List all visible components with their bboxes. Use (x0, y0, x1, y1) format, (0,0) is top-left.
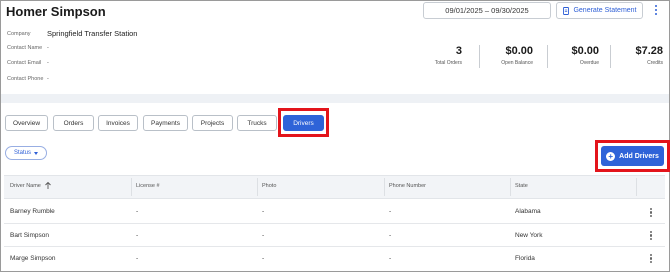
phone-cell: - (389, 232, 392, 239)
tab-invoices[interactable]: Invoices (98, 115, 138, 131)
row-divider (4, 223, 665, 224)
state-cell: Alabama (515, 208, 541, 215)
status-filter-label: Status (13, 150, 31, 156)
stat-divider (479, 45, 480, 68)
column-divider (257, 178, 258, 196)
company-value: Springfield Transfer Station (47, 29, 138, 38)
state-cell: Florida (515, 255, 535, 262)
tab-trucks[interactable]: Trucks (237, 115, 277, 131)
stat-overdue: $0.00 Overdue (571, 45, 599, 66)
company-label: Company (7, 31, 31, 37)
drivers-tab-highlight (278, 108, 329, 137)
generate-statement-button[interactable]: Generate Statement (556, 2, 643, 19)
section-band (1, 94, 669, 103)
column-divider (510, 178, 511, 196)
contact-name-label: Contact Name (7, 45, 43, 51)
stat-open-balance: $0.00 Open Balance (501, 45, 533, 66)
state-cell: New York (515, 232, 543, 239)
table-header (4, 175, 665, 199)
generate-statement-label: Generate Statement (573, 7, 637, 14)
license-cell: - (136, 232, 139, 239)
column-header-driver-name[interactable]: Driver Name (10, 183, 41, 189)
column-divider (131, 178, 132, 196)
column-header-license[interactable]: License # (136, 183, 160, 189)
stat-value: $0.00 (505, 45, 533, 57)
driver-name-cell: Barney Rumble (10, 208, 55, 215)
kebab-menu-icon[interactable] (651, 3, 661, 17)
sort-arrow-up-icon[interactable] (44, 181, 52, 190)
row-kebab-menu-icon[interactable] (648, 253, 654, 264)
stat-value: $7.28 (635, 45, 663, 57)
tab-overview[interactable]: Overview (5, 115, 48, 131)
column-header-photo[interactable]: Photo (262, 183, 276, 189)
tab-payments[interactable]: Payments (143, 115, 188, 131)
photo-cell: - (262, 232, 265, 239)
tab-orders[interactable]: Orders (53, 115, 94, 131)
stat-value: 3 (455, 45, 462, 57)
row-divider (4, 246, 665, 247)
stat-label: Total Orders (434, 60, 462, 66)
stat-label: Overdue (579, 60, 599, 66)
phone-cell: - (389, 255, 392, 262)
license-cell: - (136, 208, 139, 215)
photo-cell: - (262, 255, 265, 262)
contact-email-label: Contact Email (7, 60, 42, 66)
window-frame (0, 0, 670, 272)
column-divider (636, 178, 637, 196)
date-range-picker[interactable]: 09/01/2025 – 09/30/2025 (423, 2, 551, 19)
document-icon (563, 6, 570, 15)
license-cell: - (136, 255, 139, 262)
stat-label: Credits (647, 60, 663, 66)
contact-email-value: - (47, 60, 49, 66)
contact-phone-label: Contact Phone (7, 76, 44, 82)
column-header-state[interactable]: State (515, 183, 528, 189)
phone-cell: - (389, 208, 392, 215)
chevron-down-icon (34, 151, 38, 155)
contact-name-value: - (47, 45, 49, 51)
column-header-phone[interactable]: Phone Number (389, 183, 426, 189)
row-kebab-menu-icon[interactable] (648, 207, 654, 218)
tab-projects[interactable]: Projects (192, 115, 233, 131)
stat-value: $0.00 (571, 45, 599, 57)
stat-divider (547, 45, 548, 68)
status-filter-dropdown[interactable]: Status (5, 146, 47, 160)
row-kebab-menu-icon[interactable] (648, 230, 654, 241)
stat-total-orders: 3 Total Orders (435, 45, 462, 66)
driver-name-cell: Marge Simpson (10, 255, 56, 262)
column-divider (384, 178, 385, 196)
stat-label: Open Balance (501, 60, 533, 66)
contact-phone-value: - (47, 76, 49, 82)
add-drivers-highlight (595, 140, 670, 172)
stat-credits: $7.28 Credits (635, 45, 663, 66)
page-title: Homer Simpson (6, 4, 106, 19)
photo-cell: - (262, 208, 265, 215)
stat-divider (610, 45, 611, 68)
driver-name-cell: Bart Simpson (10, 232, 50, 239)
